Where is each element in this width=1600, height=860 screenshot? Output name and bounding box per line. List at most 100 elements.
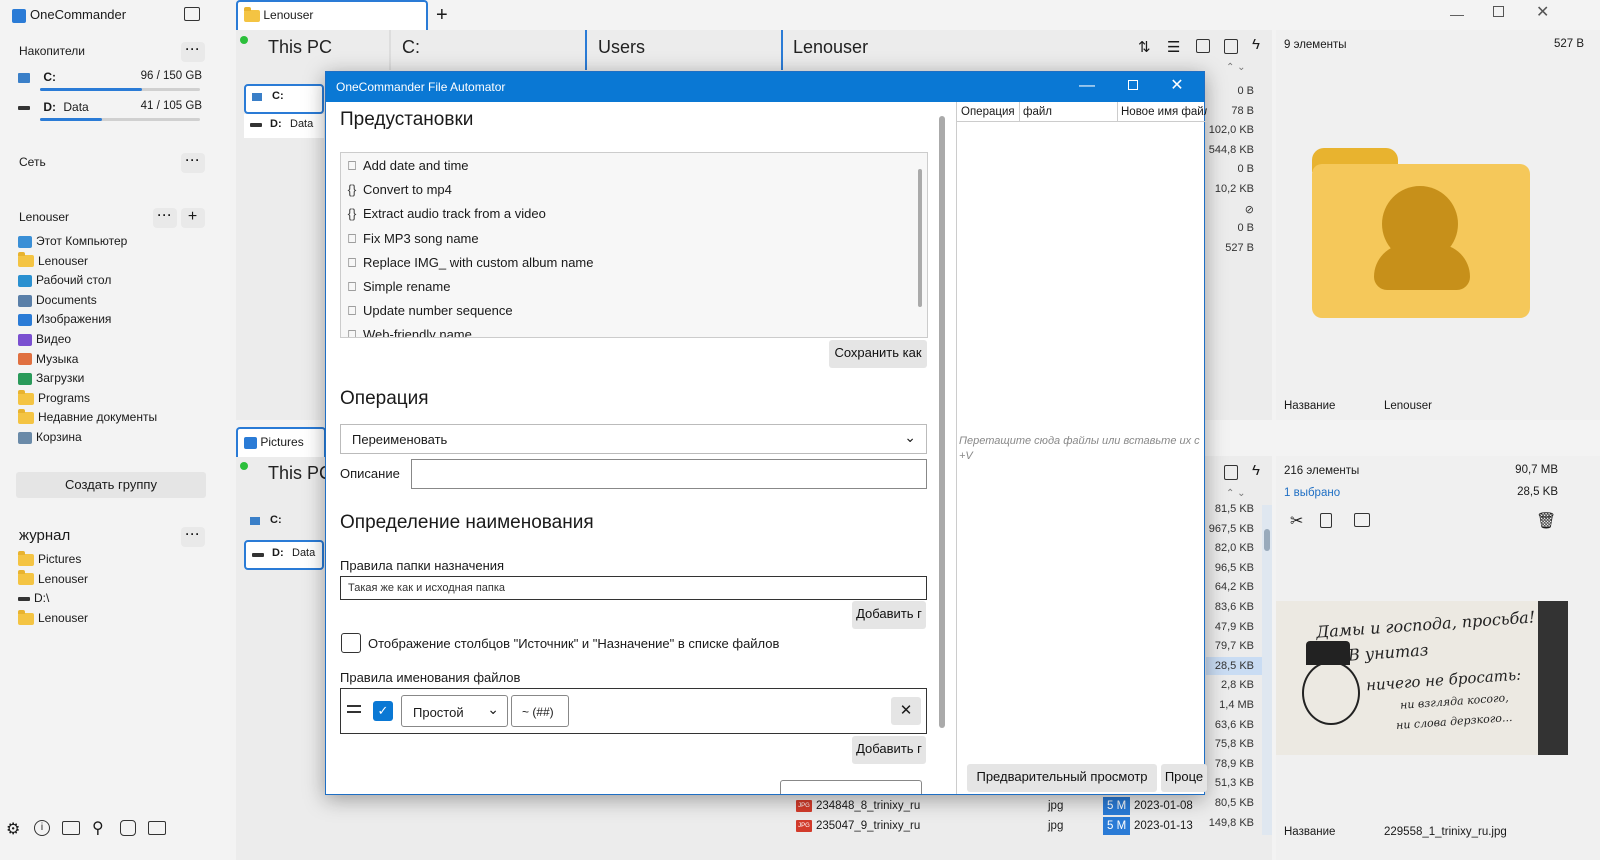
jpg-file-icon: JPG — [796, 820, 812, 832]
sidebar-item-0[interactable]: Этот Компьютер — [18, 232, 127, 250]
save-as-button[interactable]: Сохранить как — [829, 340, 927, 368]
presets-scrollbar[interactable] — [915, 155, 925, 335]
dialog-minimize-button[interactable]: — — [1064, 72, 1110, 102]
sidebar-item-6[interactable]: Музыка — [18, 350, 78, 368]
close-window-button[interactable]: ✕ — [1536, 2, 1549, 22]
rule-type-select[interactable]: Простой ⌄ — [401, 695, 508, 727]
add-dest-rule-button[interactable]: Добавить г — [852, 601, 926, 629]
sidebar-item-10[interactable]: Корзина — [18, 428, 82, 446]
preset-item[interactable]: ⎕ Fix MP3 song name — [345, 228, 479, 250]
preset-item[interactable]: ⎕ Add date and time — [345, 155, 468, 177]
preset-item[interactable]: ⎕ Simple rename — [345, 276, 450, 298]
header-file[interactable]: файл — [1019, 102, 1052, 121]
storage-icon[interactable] — [120, 820, 136, 836]
dialog-maximize-button[interactable] — [1110, 72, 1156, 102]
delete-icon[interactable]: 🗑 — [1536, 511, 1556, 531]
automate-icon[interactable]: ϟ — [1252, 36, 1260, 53]
rule-enabled-checkbox[interactable]: ✓ — [373, 701, 393, 721]
clipboard-icon[interactable] — [1224, 465, 1238, 480]
user-folder-icon — [1312, 148, 1530, 318]
header-operation[interactable]: Операция — [961, 102, 1015, 121]
remove-rule-button[interactable]: ✕ — [891, 697, 921, 725]
journal-item-1[interactable]: Lenouser — [18, 570, 88, 588]
drag-handle-icon[interactable] — [347, 705, 361, 713]
preset-item[interactable]: ⎕ Update number sequence — [345, 300, 513, 322]
sidebar-item-7[interactable]: Загрузки — [18, 369, 84, 387]
top-drive-c[interactable]: C: — [244, 84, 324, 114]
open-book-icon[interactable] — [1354, 513, 1370, 527]
preset-item[interactable]: ⎕ Replace IMG_ with custom album name — [345, 252, 593, 274]
column-header-thispc[interactable]: This PC — [268, 37, 332, 58]
top-drive-d[interactable]: D: Data — [244, 114, 324, 138]
maximize-button[interactable] — [1493, 6, 1504, 17]
scroll-arrows-icon[interactable]: ⌃ ⌄ — [1226, 488, 1246, 499]
sidebar-item-2[interactable]: Рабочий стол — [18, 271, 111, 289]
sidebar-item-1[interactable]: Lenouser — [18, 252, 88, 270]
list-view-icon[interactable]: ☰ — [1167, 38, 1180, 56]
downloads-icon — [18, 373, 32, 386]
file-rules-label: Правила именования файлов — [340, 670, 521, 685]
dest-rules-input[interactable]: Такая же как и исходная папка — [340, 576, 927, 600]
column-header-c[interactable]: C: — [402, 37, 420, 58]
scroll-arrows-icon[interactable]: ⌃ ⌄ — [1226, 62, 1246, 73]
show-columns-checkbox[interactable] — [341, 633, 361, 653]
new-tab-button[interactable]: + — [436, 4, 448, 27]
sidebar-item-5[interactable]: Видео — [18, 330, 71, 348]
column-header-users[interactable]: Users — [598, 37, 645, 58]
clipboard-icon[interactable] — [1224, 39, 1238, 54]
journal-item-2[interactable]: D:\ — [18, 589, 49, 607]
tab-pictures[interactable]: Pictures — [236, 427, 326, 457]
settings-icon[interactable]: ⚙ — [6, 819, 20, 839]
search-icon[interactable]: ⚲ — [92, 818, 104, 838]
window-icon[interactable] — [148, 821, 166, 835]
operation-select[interactable]: Переименовать ⌄ — [340, 424, 927, 454]
table-row[interactable]: JPG 234848_8_trinixy_ru jpg 5 M 2023-01-08 — [794, 797, 1200, 815]
process-button[interactable]: Проце — [1161, 764, 1207, 792]
preset-item[interactable]: ⎕ Web-friendly name — [345, 324, 472, 337]
dialog-close-button[interactable]: ✕ — [1154, 72, 1200, 102]
preset-item[interactable]: {} Extract audio track from a video — [345, 203, 546, 225]
column-header-lenouser[interactable]: Lenouser — [793, 37, 868, 58]
table-row[interactable]: JPG 235047_9_trinixy_ru jpg 5 M 2023-01-13 — [794, 817, 1200, 835]
sidebar-item-3[interactable]: Documents — [18, 291, 97, 309]
tab-lenouser[interactable]: Lenouser — [236, 0, 428, 30]
minimize-button[interactable]: — — [1450, 6, 1464, 22]
new-file-icon[interactable] — [1196, 39, 1210, 53]
book-icon: ⎕ — [348, 254, 356, 270]
info-icon[interactable]: i — [34, 820, 50, 836]
column-divider — [389, 30, 391, 70]
journal-more-button[interactable]: ··· — [181, 527, 205, 547]
cut-icon[interactable]: ✂ — [1290, 511, 1303, 531]
create-group-button[interactable]: Создать группу — [16, 472, 206, 498]
description-input[interactable] — [411, 459, 927, 489]
bottom-drive-c[interactable]: C: — [244, 510, 324, 534]
panes-layout-icon[interactable] — [62, 821, 80, 835]
preset-item[interactable]: {} Convert to mp4 — [345, 179, 452, 201]
header-new-name[interactable]: Новое имя файл — [1117, 102, 1207, 121]
drives-more-button[interactable]: ··· — [181, 42, 205, 62]
add-folder-button[interactable]: + — [181, 208, 205, 228]
sidebar-item-9[interactable]: Недавние документы — [18, 408, 157, 426]
new-window-icon[interactable] — [184, 7, 200, 21]
rule-pattern-input[interactable]: ~ (##) — [511, 695, 569, 727]
sort-icon[interactable]: ⇅ — [1138, 38, 1151, 56]
automate-icon[interactable]: ϟ — [1252, 462, 1260, 479]
show-columns-label: Отображение столбцов "Источник" и "Назна… — [368, 636, 780, 651]
presets-list[interactable]: ⎕ Add date and time {} Convert to mp4 {} Extr… — [340, 152, 928, 338]
journal-item-0[interactable]: Pictures — [18, 550, 81, 568]
bottom-drive-d[interactable]: D: Data — [244, 540, 324, 570]
add-file-rule-button[interactable]: Добавить г — [852, 736, 926, 764]
copy-icon[interactable] — [1320, 513, 1332, 528]
bottom-column-header-thispc[interactable]: This PC — [268, 463, 332, 484]
preset-label: Replace IMG_ with custom album name — [363, 254, 594, 270]
network-more-button[interactable]: ··· — [181, 153, 205, 173]
bottom-scrollbar[interactable] — [1262, 505, 1272, 835]
name-value: Lenouser — [1384, 400, 1432, 412]
sidebar-item-4[interactable]: Изображения — [18, 310, 111, 328]
partially-visible-field[interactable] — [780, 780, 922, 794]
dialog-scrollbar[interactable] — [936, 102, 948, 794]
preview-button[interactable]: Предварительный просмотр — [967, 764, 1157, 792]
journal-item-3[interactable]: Lenouser — [18, 609, 88, 627]
sidebar-item-8[interactable]: Programs — [18, 389, 90, 407]
user-more-button[interactable]: ··· — [153, 208, 177, 228]
